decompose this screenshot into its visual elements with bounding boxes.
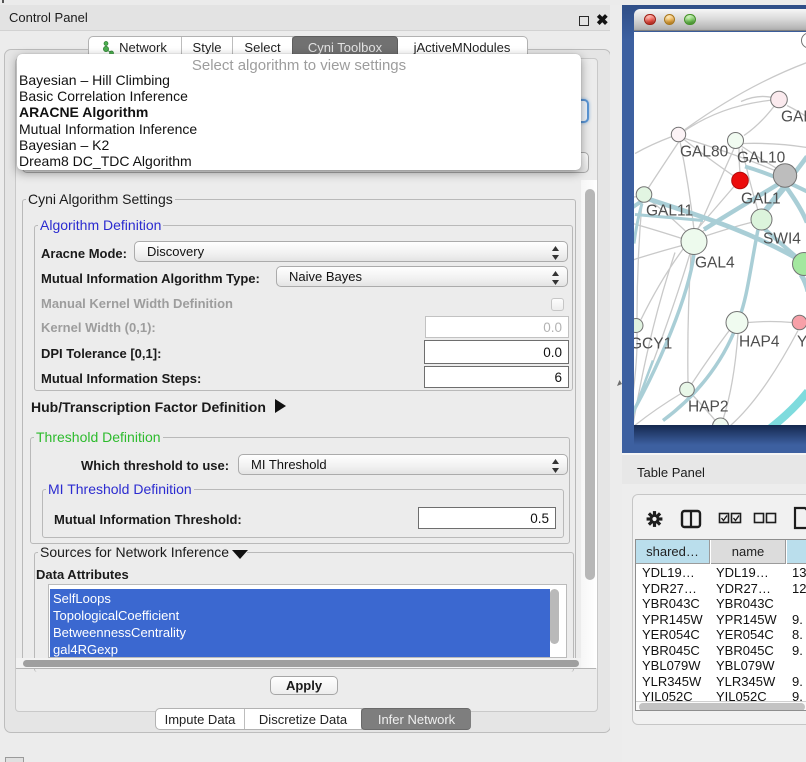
svg-text:GAL4: GAL4 — [695, 255, 735, 272]
svg-text:GAL7: GAL7 — [781, 109, 806, 126]
svg-text:GAL1: GAL1 — [741, 191, 781, 208]
svg-text:GAL10: GAL10 — [737, 150, 786, 167]
svg-text:Y: Y — [797, 334, 806, 351]
svg-text:GCY1: GCY1 — [634, 336, 672, 353]
svg-text:SWI4: SWI4 — [763, 231, 801, 248]
svg-text:GAL80: GAL80 — [680, 144, 729, 161]
svg-text:HAP4: HAP4 — [739, 334, 780, 351]
svg-text:HAP2: HAP2 — [688, 399, 729, 416]
svg-text:GAL11: GAL11 — [646, 203, 693, 220]
